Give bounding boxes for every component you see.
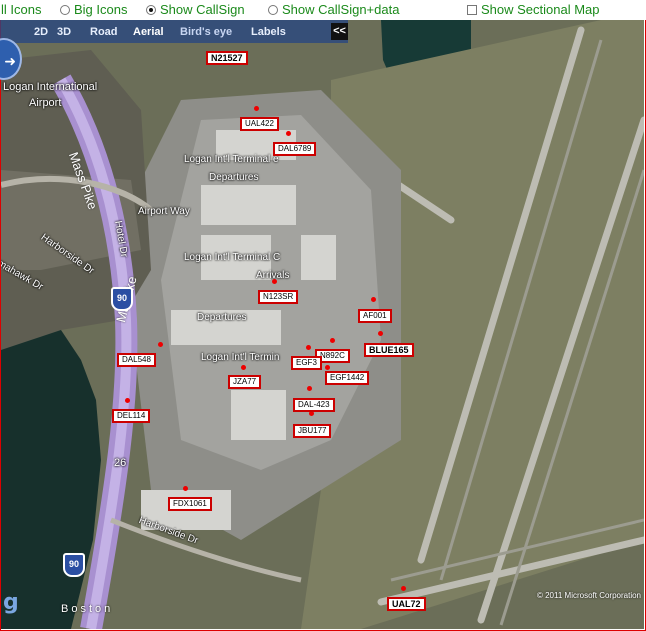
show-callsign-option[interactable]: Show CallSign [146, 2, 245, 17]
labels-toggle-button[interactable]: Labels [251, 26, 286, 38]
aerial-view-button[interactable]: Aerial [133, 26, 164, 38]
callsign-tag[interactable]: DAL548 [117, 353, 156, 367]
big-icons-radio[interactable] [60, 4, 70, 15]
bing-logo-icon: g [3, 590, 19, 615]
terminal-partial-label: Logan Int'l Termin [201, 352, 280, 363]
callsign-tag[interactable]: DAL6789 [273, 142, 317, 156]
aircraft-marker[interactable] [330, 338, 335, 343]
airport-label: Airport [29, 97, 62, 109]
aerial-imagery [1, 20, 644, 629]
aircraft-marker[interactable] [254, 106, 259, 111]
aircraft-marker[interactable] [307, 386, 312, 391]
road-view-button[interactable]: Road [90, 26, 118, 38]
aircraft-marker[interactable] [125, 398, 130, 403]
big-icons-label: Big Icons [74, 2, 128, 17]
callsign-tag[interactable]: N21527 [206, 51, 248, 65]
interstate-90-shield-1: 90 [111, 287, 133, 311]
callsign-tag[interactable]: UAL422 [240, 117, 279, 131]
aircraft-marker[interactable] [286, 131, 291, 136]
aircraft-marker[interactable] [306, 345, 311, 350]
callsign-tag[interactable]: JZA77 [228, 375, 262, 389]
view-2d-button[interactable]: 2D [34, 26, 48, 38]
callsign-tag[interactable]: EGF1442 [325, 371, 370, 385]
aerial-map[interactable]: Logan International Airport Logan Int'l … [1, 20, 644, 629]
birds-eye-view-button[interactable]: Bird's eye [180, 26, 232, 38]
show-sectional-map-label: Show Sectional Map [481, 2, 600, 17]
map-view-toolbar: 2D 3D Road Aerial Bird's eye Labels << [0, 20, 348, 43]
callsign-tag[interactable]: JBU177 [293, 424, 332, 438]
big-icons-option[interactable]: Big Icons [60, 2, 127, 17]
departures-label-1: Departures [209, 172, 259, 183]
aircraft-marker[interactable] [241, 365, 246, 370]
all-icons-option[interactable]: ll Icons [1, 2, 41, 17]
city-label: Boston [61, 603, 114, 615]
show-callsign-data-label: Show CallSign+data [282, 2, 400, 17]
aircraft-marker[interactable] [158, 342, 163, 347]
callsign-tag[interactable]: DAL-423 [293, 398, 335, 412]
aircraft-marker[interactable] [401, 586, 406, 591]
pan-right-icon[interactable]: ➜ [4, 53, 16, 69]
aircraft-marker[interactable] [183, 486, 188, 491]
aircraft-marker[interactable] [325, 365, 330, 370]
show-callsign-data-option[interactable]: Show CallSign+data [268, 2, 399, 17]
collapse-toolbar-button[interactable]: << [331, 23, 348, 40]
exit-26-label: 26 [114, 457, 127, 469]
show-sectional-map-option[interactable]: Show Sectional Map [467, 2, 600, 17]
logan-international-label: Logan International [3, 81, 98, 93]
display-options-bar: ll Icons Big Icons Show CallSign Show Ca… [0, 0, 646, 20]
callsign-tag[interactable]: BLUE165 [364, 343, 414, 357]
all-icons-label: ll Icons [1, 2, 42, 17]
callsign-tag[interactable]: EGF3 [291, 356, 322, 370]
airport-way-label: Airport Way [138, 206, 190, 217]
aircraft-marker[interactable] [371, 297, 376, 302]
terminal-e-label: Logan Int'l Terminal e [184, 154, 279, 165]
view-3d-button[interactable]: 3D [57, 26, 71, 38]
aircraft-marker[interactable] [378, 331, 383, 336]
show-sectional-map-checkbox[interactable] [467, 4, 477, 15]
show-callsign-label: Show CallSign [160, 2, 245, 17]
callsign-tag[interactable]: FDX1061 [168, 497, 212, 511]
terminal-c-label: Logan Int'l Terminal C [184, 252, 281, 263]
callsign-tag[interactable]: UAL72 [387, 597, 426, 611]
interstate-90-shield-2: 90 [63, 553, 85, 577]
copyright-notice: © 2011 Microsoft Corporation [536, 591, 641, 600]
callsign-tag[interactable]: AF001 [358, 309, 392, 323]
show-callsign-data-radio[interactable] [268, 4, 278, 15]
aircraft-marker[interactable] [272, 279, 277, 284]
departures-label-2: Departures [197, 312, 247, 323]
callsign-tag[interactable]: N123SR [258, 290, 299, 304]
callsign-tag[interactable]: DEL114 [112, 409, 151, 423]
show-callsign-radio[interactable] [146, 4, 156, 15]
